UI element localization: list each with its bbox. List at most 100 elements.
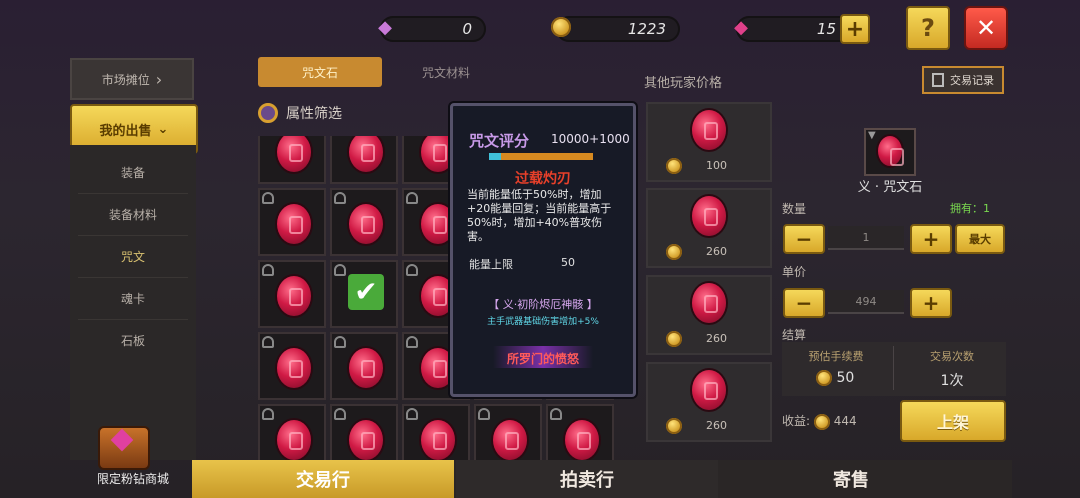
lock-icon: ▼ (868, 130, 876, 141)
price-minus-button[interactable]: − (783, 288, 825, 318)
lock-icon (334, 192, 346, 204)
sidebar-item-equipment-material[interactable]: 装备材料 (70, 194, 196, 234)
unit-price-field[interactable]: 494 (828, 290, 904, 314)
rune-slot[interactable] (546, 404, 614, 460)
tab-consignment[interactable]: 寄售 (720, 460, 982, 498)
lock-icon (406, 336, 418, 348)
skill-description: 当前能量低于50%时，增加+20能量回复；当前能量高于50%时，增加+40%普攻… (467, 188, 612, 243)
fee-label: 预估手续费 (808, 350, 864, 363)
market-stall-tab[interactable]: 市场摊位 › (70, 58, 194, 100)
diamond-count: 15 (816, 20, 836, 38)
rune-slot[interactable] (402, 404, 470, 460)
attribute-filter-button[interactable]: 属性筛选 (258, 100, 388, 126)
tab-trading-house[interactable]: 交易行 (192, 460, 454, 498)
lock-icon (334, 408, 346, 420)
source-name: 所罗门的愤怒 (506, 352, 579, 366)
tab-auction-house[interactable]: 拍卖行 (456, 460, 718, 498)
unit-price-label: 单价 (782, 265, 807, 279)
income-row: 收益: 444 (782, 412, 857, 430)
item-name: 义 · 咒文石 (857, 180, 923, 195)
filter-label: 属性筛选 (286, 106, 342, 122)
chevron-down-icon: ⌄ (157, 121, 169, 137)
pink-diamond-icon: ◆ (734, 16, 748, 38)
rune-slot[interactable] (258, 332, 326, 400)
fee-value: 50 (836, 370, 855, 386)
max-button[interactable]: 最大 (955, 224, 1005, 254)
price-row: 260 (666, 331, 727, 347)
help-button[interactable]: ? (906, 6, 950, 50)
rune-gem-icon (878, 136, 904, 166)
lock-icon (406, 408, 418, 420)
rune-slot[interactable] (330, 332, 398, 400)
rune-slot[interactable] (330, 136, 398, 184)
rune-detail-popup: 咒文评分 10000+1000 过载灼刃 当前能量低于50%时，增加+20能量回… (450, 103, 636, 397)
price-listing[interactable]: 260 (646, 362, 772, 442)
rune-slot[interactable] (330, 188, 398, 256)
rune-gem-icon (277, 136, 311, 172)
tab-rune-material[interactable]: 咒文材料 (386, 57, 506, 87)
rune-slot[interactable] (258, 136, 326, 184)
rune-slot[interactable] (258, 404, 326, 460)
price-row: 260 (666, 244, 727, 260)
gem-icon: ◆ (378, 16, 392, 38)
lock-icon (262, 408, 274, 420)
rune-gem-icon (277, 420, 311, 460)
lock-icon (550, 408, 562, 420)
chevron-right-icon: › (155, 69, 163, 89)
fee-value-row: 50 (816, 370, 854, 386)
stat-label: 能量上限 (469, 258, 513, 271)
score-bar-fill (489, 153, 501, 160)
skill-name: 过载灼刃 (515, 171, 571, 187)
trade-log-label: 交易记录 (950, 74, 994, 87)
close-button[interactable]: ✕ (964, 6, 1008, 50)
magnifier-icon (258, 103, 278, 123)
selected-item-slot: ▼ (864, 128, 916, 176)
sidebar-item-equipment[interactable]: 装备 (70, 152, 196, 192)
income-value: 444 (833, 414, 857, 428)
rune-gem-icon (349, 348, 383, 388)
price-value: 100 (706, 159, 727, 172)
rune-gem-icon (349, 204, 383, 244)
coin-icon (666, 331, 682, 347)
add-diamond-button[interactable]: + (840, 14, 870, 44)
rune-gem-icon (692, 110, 726, 150)
rune-gem-icon (692, 283, 726, 323)
rune-slot[interactable] (474, 404, 542, 460)
limited-shop-button[interactable]: 限定粉钻商城 (70, 418, 196, 498)
set-effect: 主手武器基础伤害增加+5% (487, 317, 599, 327)
sidebar-item-soul-card[interactable]: 魂卡 (70, 278, 196, 318)
my-sales-label: 我的出售 (99, 123, 152, 139)
score-value: 10000+1000 (551, 132, 630, 146)
rune-gem-icon (692, 196, 726, 236)
lock-icon (478, 408, 490, 420)
price-row: 100 (666, 158, 727, 174)
tab-rune-stone[interactable]: 咒文石 (258, 57, 382, 87)
quantity-minus-button[interactable]: − (783, 224, 825, 254)
rune-slot[interactable]: ✔ (330, 260, 398, 328)
rune-slot[interactable] (330, 404, 398, 460)
sidebar-item-rune[interactable]: 咒文 (70, 236, 196, 276)
price-listing[interactable]: 100 (646, 102, 772, 182)
score-label: 咒文评分 (469, 132, 530, 150)
quantity-plus-button[interactable]: + (910, 224, 952, 254)
list-item-button[interactable]: 上架 (900, 400, 1006, 442)
owned-count: 拥有：1 (950, 202, 990, 215)
rune-gem-icon (349, 136, 383, 172)
price-value: 260 (706, 419, 727, 432)
price-plus-button[interactable]: + (910, 288, 952, 318)
price-listing[interactable]: 260 (646, 188, 772, 268)
gold-coin-icon (548, 14, 574, 40)
quantity-field[interactable]: 1 (828, 226, 904, 250)
document-icon (932, 73, 944, 87)
rune-slot[interactable] (258, 188, 326, 256)
sidebar-item-slate[interactable]: 石板 (70, 320, 196, 360)
rune-gem-icon (277, 348, 311, 388)
price-listing[interactable]: 260 (646, 275, 772, 355)
trade-count-value: 1次 (940, 373, 964, 389)
price-row: 260 (666, 418, 727, 434)
rune-slot[interactable] (258, 260, 326, 328)
income-label: 收益: (782, 414, 811, 428)
trade-log-button[interactable]: 交易记录 (922, 66, 1004, 94)
market-stall-label: 市场摊位 (101, 72, 150, 87)
lock-icon (262, 192, 274, 204)
